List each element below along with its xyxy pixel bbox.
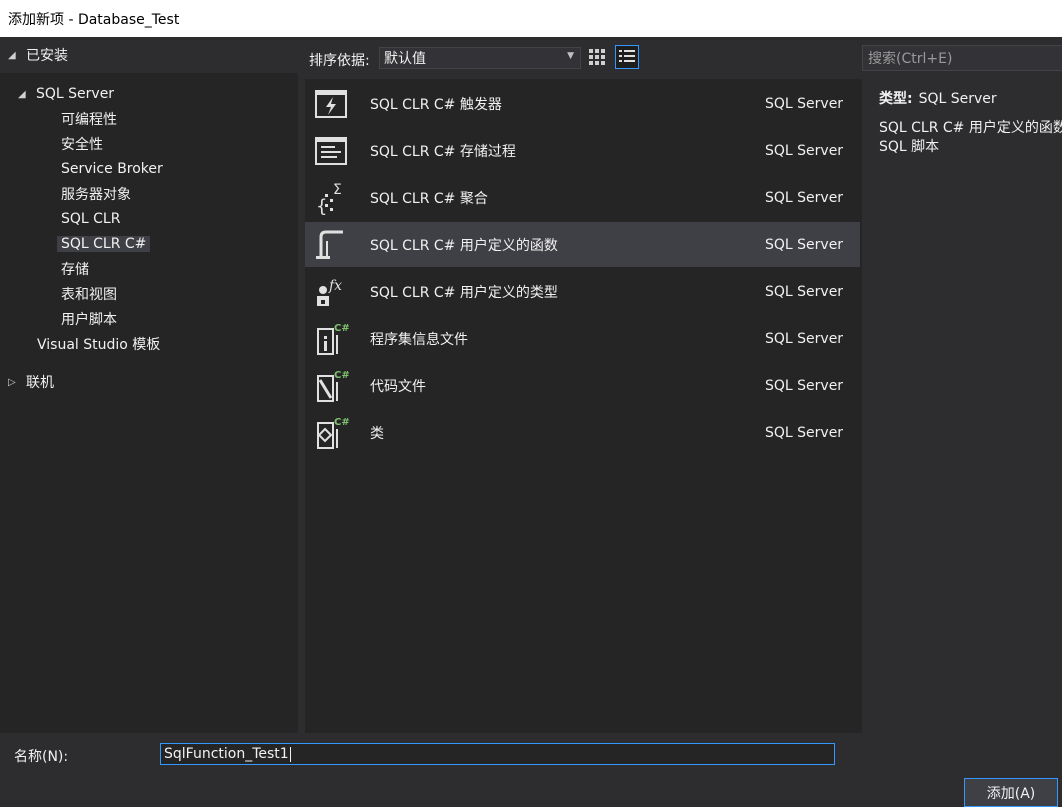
list-item[interactable]: C# 程序集信息文件 SQL Server [305,316,860,361]
svg-text:Σ: Σ [333,182,342,198]
list-view-button[interactable] [615,45,639,69]
tree-node-vs-templates[interactable]: Visual Studio 模板 [37,333,160,355]
template-description: SQL CLR C# 用户定义的函数 SQL 脚本 [879,120,1062,155]
template-tree-pane: ◢ 已安装 ◢ SQL Server 可编程性 安全性 Service Brok… [0,37,298,733]
type-info: 类型: SQL Server [879,88,997,108]
grid-view-icon [589,49,605,65]
dropdown-arrow-icon: ▼ [567,51,574,61]
dialog-footer: 名称(N): SqlFunction_Test1 添加(A) [0,733,1062,807]
list-item[interactable]: SQL CLR C# 存储过程 SQL Server [305,128,860,173]
list-item[interactable]: C# 代码文件 SQL Server [305,363,860,408]
user-function-icon [316,230,343,259]
svg-text:C#: C# [334,323,349,334]
tree-node-sql-server[interactable]: ◢ SQL Server [18,83,114,105]
stored-procedure-icon [315,137,347,165]
assembly-info-icon: C# [317,323,349,355]
collapse-arrow-icon[interactable]: ◢ [8,50,26,61]
tree-node-sql-clr-csharp[interactable]: SQL CLR C# [57,233,151,255]
sort-dropdown[interactable]: 默认值 ▼ [379,47,581,69]
list-item[interactable]: SQL CLR C# 用户定义的函数 SQL Server [305,222,860,267]
grid-view-button[interactable] [585,45,609,69]
svg-text:C#: C# [334,370,349,381]
collapse-arrow-icon[interactable]: ◢ [18,89,36,100]
template-list: SQL CLR C# 触发器 SQL Server SQL CLR C# 存储过… [305,79,862,733]
sort-label: 排序依据: [309,53,370,69]
tree-node-service-broker[interactable]: Service Broker [61,158,163,180]
name-label: 名称(N): [14,749,69,765]
tree-node-tables-views[interactable]: 表和视图 [61,283,117,305]
list-item[interactable]: C# 类 SQL Server [305,410,860,455]
class-icon: C# [317,417,349,449]
tree-node-storage[interactable]: 存储 [61,258,89,280]
name-field[interactable]: SqlFunction_Test1 [160,743,835,765]
tree-node-user-scripts[interactable]: 用户脚本 [61,308,117,330]
type-label: 类型: [879,91,913,107]
list-item[interactable]: { Σ SQL CLR C# 聚合 SQL Server [305,175,860,220]
search-input[interactable]: 搜索(Ctrl+E) [862,45,1062,71]
tree-node-security[interactable]: 安全性 [61,133,103,155]
svg-text:fx: fx [328,278,342,294]
type-value: SQL Server [918,91,997,107]
tree-node-online[interactable]: ▷ 联机 [8,371,54,393]
sort-toolbar: 排序依据: 默认值 ▼ [305,37,862,79]
list-item[interactable]: fx SQL CLR C# 用户定义的类型 SQL Server [305,269,860,314]
list-view-icon [619,50,635,62]
add-button[interactable]: 添加(A) [964,778,1058,807]
window-title: 添加新项 - Database_Test [8,11,180,28]
tree-node-programmability[interactable]: 可编程性 [61,108,117,130]
user-type-icon: fx [317,278,342,306]
text-caret [289,746,291,762]
aggregate-icon: { Σ [316,182,342,216]
expand-arrow-icon[interactable]: ▷ [8,377,26,388]
window-title-bar: 添加新项 - Database_Test [0,0,1062,37]
tree-node-sql-clr[interactable]: SQL CLR [61,208,120,230]
svg-text:C#: C# [334,417,349,428]
details-pane: 搜索(Ctrl+E) 类型: SQL Server SQL CLR C# 用户定义… [862,37,1062,733]
tree-node-server-objects[interactable]: 服务器对象 [61,183,131,205]
code-file-icon: C# [317,370,349,402]
list-item[interactable]: SQL CLR C# 触发器 SQL Server [305,81,860,126]
trigger-icon [315,90,347,118]
tree-node-installed[interactable]: ◢ 已安装 [0,37,298,73]
